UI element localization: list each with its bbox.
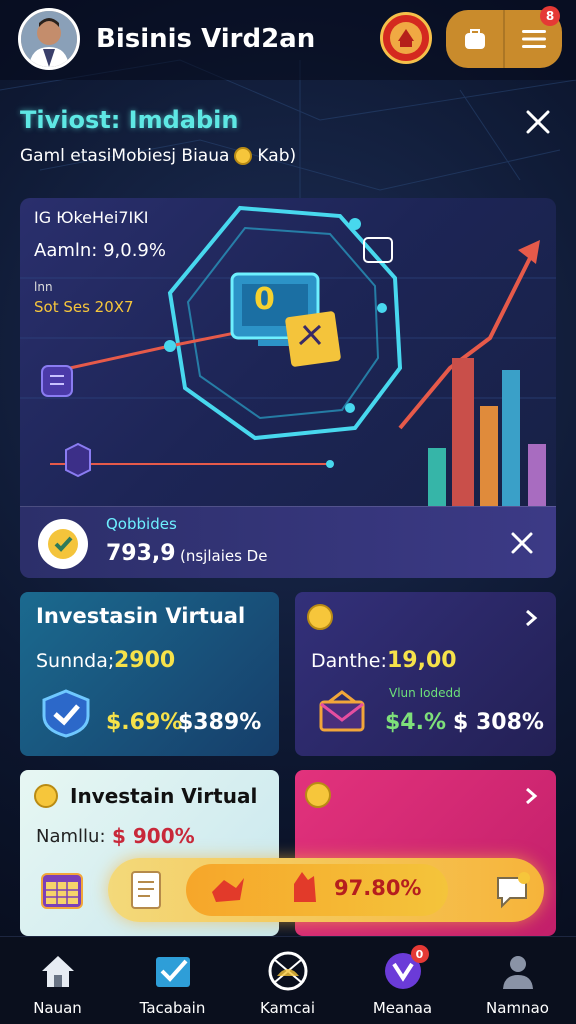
nav-label: Namnao [486,999,549,1017]
banner-unit: (nsjlaies De [180,547,268,565]
profile-icon [496,949,540,993]
floating-action-bar[interactable]: 97.80% [108,858,544,922]
hero-monitor-value: 0 [254,282,275,317]
top-bar: Bisinis Vird2an 8 [0,0,576,80]
promo-subtitle: Gaml etasiMobiesj Biaua Kab) [20,146,296,166]
card-pct-1: $4.% [385,710,447,735]
hero-banner[interactable]: Qobbides 793,9 (nsjlaies De [20,506,556,578]
hand-icon [212,878,244,902]
menu-icon [521,30,546,48]
app-title: Bisinis Vird2an [96,24,316,54]
emblem-icon[interactable] [380,12,432,64]
nav-label: Kamcai [260,999,315,1017]
hero-card[interactable]: IG ЮkeHei7IKI Aamln: 9,0.9% lnn Sot Ses … [20,198,556,578]
shield-badge-icon [38,519,88,569]
comment-icon [497,872,530,909]
close-banner-button[interactable] [508,529,536,557]
shield-check-icon [42,689,90,738]
wallet-icon: 0 [381,945,429,993]
card-line-value: 19,00 [387,648,457,673]
bag-icon [464,29,485,49]
envelope-icon [319,690,365,732]
coin-icon [34,784,58,808]
card-tagline: Vlun Iodedd [389,686,461,700]
home-icon [36,949,80,993]
card-line-value: 2900 [114,648,176,673]
card-pct-2: $389% [178,710,262,735]
card-pct-2: $ 308% [453,710,544,735]
card-danthe[interactable]: Danthe: 19,00 Vlun Iodedd $4.% $ 308% [295,592,556,756]
promo-subtitle-prefix: Gaml etasiMobiesj Biaua [20,146,230,166]
card-line-label: Danthe: [311,650,387,672]
nav-item-nauan[interactable]: Nauan [0,937,115,1024]
chevron-right-icon[interactable] [523,608,539,628]
nav-item-kamcai[interactable]: Kamcai [230,937,345,1024]
nav-label: Meanaa [372,999,433,1017]
banner-caption: Qobbides [106,515,177,533]
nav-item-meanaa[interactable]: 0 Meanaa [345,937,460,1024]
nav-item-tacabain[interactable]: Tacabain [115,937,230,1024]
checklist-icon [151,949,195,993]
chevron-right-icon[interactable] [523,786,539,806]
promo-subtitle-suffix: Kab) [257,146,297,166]
coin-icon [307,604,333,630]
hero-stat-date: Sot Ses 20X7 [34,298,134,316]
close-icon [511,532,533,554]
hero-stat-label: IG ЮkeHei7IKI [34,208,149,227]
compass-icon [266,949,310,993]
card-line-value: $ 900% [112,824,195,848]
card-investasin-virtual[interactable]: Investasin Virtual Sunnda; 2900 $.69% $3… [20,592,279,756]
fist-icon [294,872,316,902]
card-line-label: Sunnda; [36,650,115,672]
card-title: Investasin Virtual [36,604,246,628]
card-line-label: Namllu: [36,826,106,847]
floating-bar-value: 97.80% [334,876,422,900]
close-promo-button[interactable] [522,106,554,138]
nav-label: Nauan [33,999,82,1017]
coin-icon [305,782,331,808]
card-title: Investain Virtual [70,784,258,808]
coin-icon [234,147,253,165]
avatar[interactable] [18,8,80,70]
close-icon [526,110,550,134]
nav-badge: 0 [410,945,429,963]
notification-badge: 8 [540,6,560,26]
banner-value: 793,9 [106,541,176,566]
promo-title: Tiviost: Imdabin [20,106,239,134]
bottom-nav: Nauan Tacabain Kamcai 0 Meanaa Namnao [0,936,576,1024]
card-pct-1: $.69% [106,710,183,735]
nav-label: Tacabain [139,999,206,1017]
nav-item-namnao[interactable]: Namnao [460,937,575,1024]
hero-stat-value: Aamln: 9,0.9% [34,240,166,261]
bag-button[interactable] [446,10,503,68]
calendar-icon [41,873,83,909]
document-icon [131,871,161,909]
hero-stat-small: lnn [34,280,53,294]
